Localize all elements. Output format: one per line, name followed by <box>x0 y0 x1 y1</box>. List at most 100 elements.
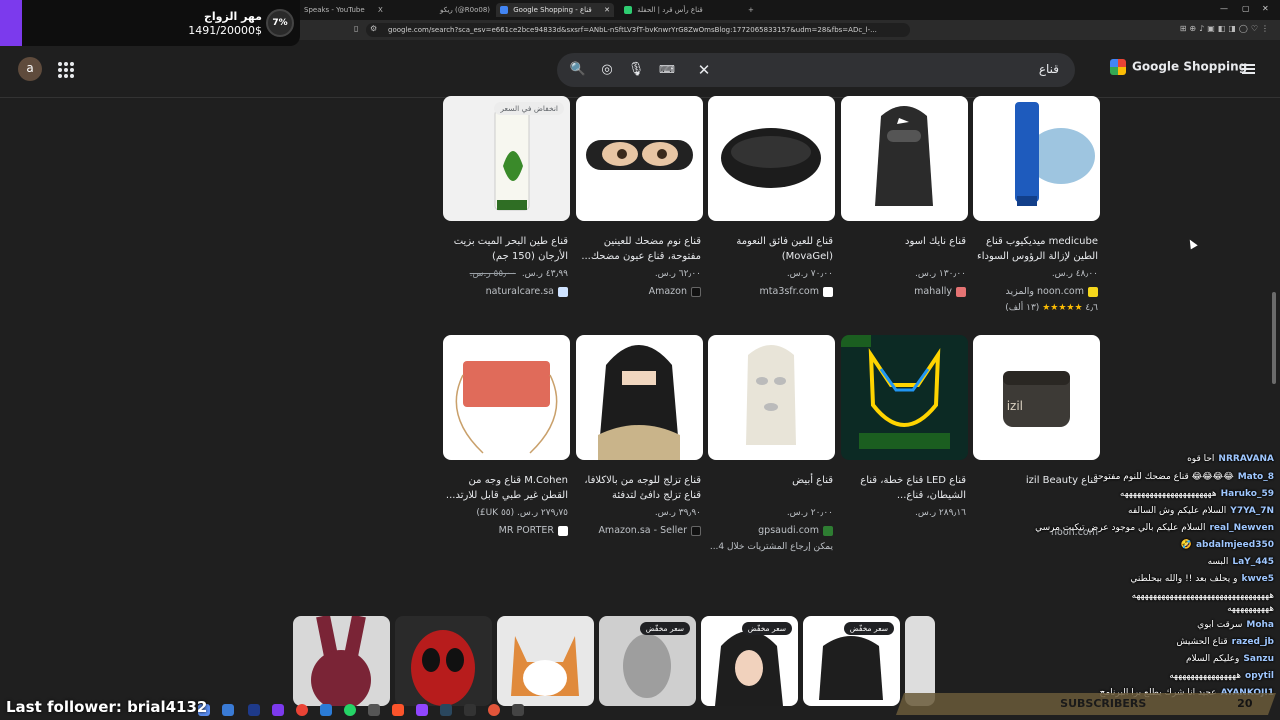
goal-accent-bar <box>0 0 22 46</box>
scrollbar[interactable] <box>1272 292 1276 384</box>
site-info-icon[interactable]: ⚙ <box>370 24 377 33</box>
chat-text: السلام عليكم وش السالفه <box>1128 506 1227 516</box>
microphone-icon[interactable]: 🎙 <box>627 61 645 79</box>
bookmark-icon[interactable]: ▯ <box>354 24 358 33</box>
tab-x-profile[interactable]: ريكو (@R0o08) / X <box>436 3 492 17</box>
tab-label: ريكو (@R0o08) / X <box>440 6 492 14</box>
star-rating-icon: ★★★★★ <box>1042 303 1083 313</box>
product-image <box>841 335 968 460</box>
plus-icon: + <box>748 6 754 14</box>
clear-search-icon[interactable]: ✕ <box>695 61 713 79</box>
tab-party[interactable]: قناع رأس قرد | الحفلة <box>620 3 740 17</box>
goal-progress-text: 1491/20000$ <box>188 24 262 37</box>
chat-text: السلام عليكم بالي موجود عرض تيكيت مرسي <box>1035 523 1206 533</box>
seller-logo-icon <box>823 525 833 536</box>
chat-message: Sanzuوعليكم السلام <box>1186 654 1274 664</box>
product-rating: ٤٫٦ ★★★★★ (١٣ ألف) <box>1005 303 1098 313</box>
close-window-icon[interactable]: ✕ <box>1262 4 1269 13</box>
avatar-letter: a <box>26 61 34 75</box>
related-product[interactable]: سعر مخفّض <box>599 616 696 706</box>
product-card[interactable]: قناع أبيض ٢٠٫٠٠ ر.س. gpsaudi.com يمكن إر… <box>708 335 835 565</box>
app-icon[interactable] <box>272 704 284 716</box>
keyboard-icon[interactable]: ⌨ <box>658 61 676 79</box>
related-product[interactable]: سعر مخفّض <box>803 616 900 706</box>
chat-username: razed_jb <box>1231 637 1274 647</box>
account-avatar[interactable]: a <box>18 57 42 81</box>
product-title: قناع طين البحر الميت بزيت الأرجان (150 ج… <box>453 236 568 262</box>
tab-label: Speaks - YouTube <box>304 6 365 14</box>
premiere-icon[interactable] <box>248 704 260 716</box>
app-icon[interactable] <box>222 704 234 716</box>
related-product[interactable]: سعر مخفّض <box>701 616 798 706</box>
app-icon[interactable] <box>320 704 332 716</box>
related-product[interactable] <box>395 616 492 706</box>
chat-text: 🤣 <box>1180 540 1192 550</box>
discount-badge: سعر مخفّض <box>741 622 792 635</box>
amazon-logo-icon <box>691 525 701 536</box>
search-icon[interactable]: 🔍 <box>569 61 587 79</box>
app-icon[interactable] <box>488 704 500 716</box>
product-image: izil <box>973 335 1100 460</box>
extensions-toolbar[interactable]: ⊞⊕♪▣◧◨◯♡⋮ <box>1180 24 1272 33</box>
product-card[interactable]: M.Cohen قناع وجه من القطن غير طبي قابل ل… <box>443 335 570 565</box>
chat-username: LaY_445 <box>1232 557 1274 567</box>
chrome-icon[interactable] <box>296 704 308 716</box>
related-product[interactable] <box>293 616 390 706</box>
chat-text: وعليكم السلام <box>1185 654 1240 664</box>
product-image <box>973 96 1100 221</box>
close-tab-icon[interactable]: ✕ <box>604 3 610 17</box>
chat-text: ههههههههههههههههههههههه <box>1119 489 1217 499</box>
related-product[interactable] <box>497 616 594 706</box>
google-favicon-icon <box>500 6 508 14</box>
chat-username: Moha <box>1246 620 1274 630</box>
google-apps-icon[interactable] <box>58 62 74 78</box>
app-icon[interactable] <box>368 704 380 716</box>
goal-title: مهر الزواج <box>203 10 262 23</box>
chat-username: Mato_8 <box>1237 472 1274 482</box>
google-shopping-logo[interactable]: Google Shopping <box>1110 59 1247 75</box>
seller-logo-icon <box>956 286 966 297</box>
product-card[interactable]: قناع للعين فائق النعومة (MovaGel) ٧٠٫٠٠ … <box>708 96 835 326</box>
chat-username: Haruko_59 <box>1220 489 1274 499</box>
app-icon[interactable] <box>464 704 476 716</box>
chat-message: هههههههههههههههههههههههههههههههههه <box>1132 591 1274 601</box>
stream-goal-overlay: مهر الزواج 1491/20000$ 7% <box>0 0 300 46</box>
brave-icon[interactable] <box>392 704 404 716</box>
product-card[interactable]: انخفاض في السعر قناع طين البحر الميت بزي… <box>443 96 570 326</box>
izil-jar-icon: izil <box>1003 371 1070 427</box>
product-card[interactable]: قناع تزلج للوجه من بالاكلافا، قناع تزلج … <box>576 335 703 565</box>
maximize-icon[interactable]: ▢ <box>1242 4 1250 13</box>
tab-label: Google Shopping - قناع <box>513 6 592 14</box>
tab-google-shopping[interactable]: Google Shopping - قناع ✕ <box>496 3 614 17</box>
steam-icon[interactable] <box>440 704 452 716</box>
mouse-cursor-icon <box>1186 237 1198 250</box>
product-title: قناع للعين فائق النعومة (MovaGel) <box>736 236 833 262</box>
rating-value: ٤٫٦ <box>1085 303 1098 313</box>
twitch-icon[interactable] <box>416 704 428 716</box>
product-seller: naturalcare.sa <box>486 286 568 297</box>
menu-icon[interactable] <box>1242 64 1255 74</box>
brand-label: Google Shopping <box>1132 59 1248 74</box>
chat-text: ههههههههههههههههه <box>1169 671 1242 681</box>
stream-chat-overlay: NRRAVANAاحا قوه Mato_8😂😂😂😂 قناع مضحك للن… <box>928 452 1280 720</box>
product-image <box>708 335 835 460</box>
product-card[interactable]: قناع نوم مضحك للعينين مفتوحة، قناع عيون … <box>576 96 703 326</box>
seller-name: Amazon.sa - Seller <box>598 525 687 536</box>
minimize-icon[interactable]: — <box>1220 4 1228 13</box>
funny-sleep-mask-icon <box>586 140 693 170</box>
product-card[interactable]: قناع نايك اسود ١٣٠٫٠٠ ر.س. mahally <box>841 96 968 326</box>
subscribers-label: SUBSCRIBERS <box>1060 697 1147 710</box>
address-bar[interactable]: google.com/search?sca_esv=e661ce2bce9483… <box>366 23 910 37</box>
product-title: medicube ميديكيوب قناع الطين لإزالة الرؤ… <box>977 236 1098 262</box>
lens-icon[interactable]: ◎ <box>598 61 616 79</box>
whatsapp-icon[interactable] <box>344 704 356 716</box>
product-price: ٦٢٫٠٠ ر.س. <box>654 269 701 279</box>
new-tab-button[interactable]: + <box>744 3 756 17</box>
search-input[interactable]: 🔍 ◎ 🎙 ⌨ ✕ قناع <box>557 53 1075 87</box>
obs-icon[interactable] <box>512 704 524 716</box>
tab-youtube[interactable]: Speaks - YouTube <box>300 3 370 17</box>
product-card[interactable]: medicube ميديكيوب قناع الطين لإزالة الرؤ… <box>973 96 1100 326</box>
subscribers-bar: SUBSCRIBERS 20 <box>895 693 1277 715</box>
product-price: ٧٠٫٠٠ ر.س. <box>786 269 833 279</box>
tab-x[interactable]: X <box>374 3 386 17</box>
